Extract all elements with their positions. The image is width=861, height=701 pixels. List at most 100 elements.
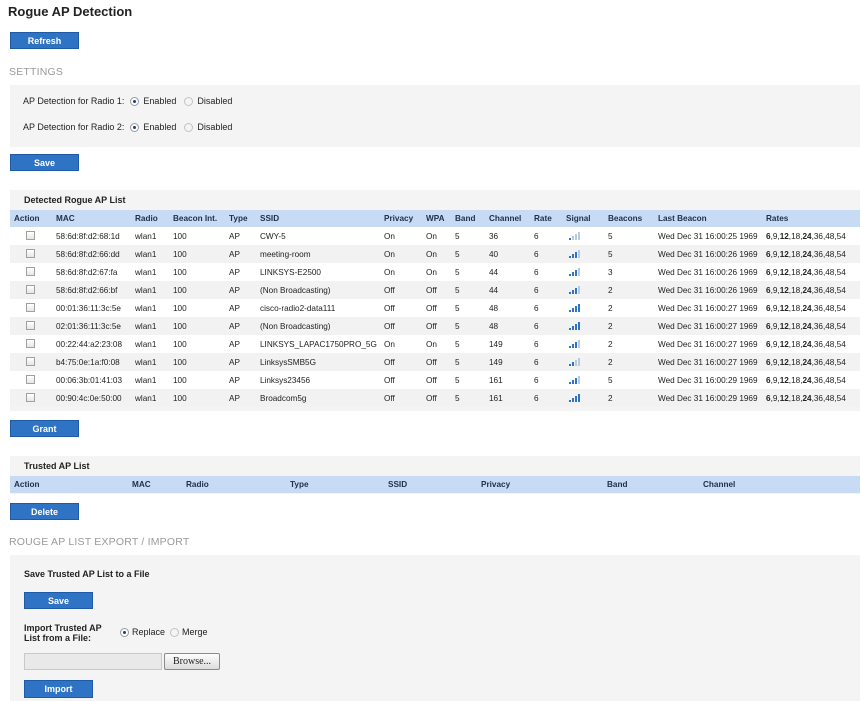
radio2-enabled-option[interactable]: Enabled [130,122,176,132]
table-row: 58:6d:8f:d2:66:bf wlan1 100 AP (Non Broadcas… [10,281,860,299]
signal-strength-icon [569,321,580,330]
row-select-checkbox[interactable] [26,320,35,330]
row-select-checkbox[interactable] [26,302,35,312]
col-signal: Signal [562,210,604,227]
cell-beacons: 2 [604,353,654,371]
row-action-cell [10,335,52,353]
replace-radio[interactable] [120,627,129,637]
rate-value: 12 [779,375,789,385]
signal-bar [569,309,571,312]
signal-bar [575,233,577,240]
trusted-col-spacer [835,476,860,493]
import-label-line1: Import Trusted AP [24,623,102,633]
cell-type: AP [225,353,256,371]
cell-mac: 00:22:44:a2:23:08 [52,335,131,353]
cell-radio: wlan1 [131,299,169,317]
cell-wpa: On [422,263,451,281]
radio2-disabled-option[interactable]: Disabled [184,122,232,132]
cell-wpa: Off [422,281,451,299]
row-select-checkbox[interactable] [26,392,35,402]
merge-radio[interactable] [170,627,180,637]
cell-last-beacon: Wed Dec 31 16:00:27 1969 [654,335,762,353]
col-beacons: Beacons [604,210,654,227]
cell-beacon-int: 100 [169,263,225,281]
trusted-ap-table: Action MAC Radio Type SSID Privacy Band … [10,476,860,493]
cell-signal [562,317,604,335]
radio2-label: AP Detection for Radio 2: [23,122,125,132]
rogue-ap-table: Action MAC Radio Beacon Int. Type SSID P… [10,210,860,407]
cell-rate: 6 [530,299,562,317]
cell-ssid: Broadcom5g [256,389,380,407]
rate-value: 36 [813,249,823,259]
rate-value: 54 [836,249,846,259]
col-privacy: Privacy [380,210,422,227]
row-select-checkbox[interactable] [26,374,35,384]
refresh-button[interactable]: Refresh [10,32,79,49]
radio1-disabled-radio[interactable] [184,96,194,106]
radio1-disabled-option[interactable]: Disabled [184,96,232,106]
cell-mac: 58:6d:8f:d2:66:bf [52,281,131,299]
export-import-panel: Save Trusted AP List to a File Save Impo… [10,555,860,701]
row-select-checkbox[interactable] [26,356,35,366]
grant-button[interactable]: Grant [10,420,79,437]
rate-value: 18 [791,249,801,259]
rate-value: 24 [802,231,812,241]
trusted-col-mac: MAC [128,476,182,493]
replace-option[interactable]: Replace [120,627,165,637]
delete-button[interactable]: Delete [10,503,79,520]
row-select-checkbox[interactable] [26,248,35,258]
signal-bar [572,379,574,384]
trusted-col-privacy: Privacy [477,476,603,493]
signal-bar [578,321,580,330]
table-row: 58:6d:8f:d2:67:fa wlan1 100 AP LINKSYS-E2500… [10,263,860,281]
rate-value: 48 [825,231,835,241]
cell-beacon-int: 100 [169,299,225,317]
col-band: Band [451,210,485,227]
merge-option[interactable]: Merge [170,627,208,637]
rate-value: 54 [836,231,846,241]
export-import-heading: ROUGE AP LIST EXPORT / IMPORT [9,536,190,548]
row-select-checkbox[interactable] [26,338,35,348]
trusted-col-ssid: SSID [384,476,477,493]
cell-type: AP [225,335,256,353]
radio2-enabled-radio[interactable] [130,122,140,132]
cell-radio: wlan1 [131,263,169,281]
row-select-checkbox[interactable] [26,266,35,276]
cell-band: 5 [451,281,485,299]
signal-bar [578,249,580,258]
rate-value: 12 [779,303,789,313]
rate-value: 54 [836,339,846,349]
signal-bar [572,397,574,402]
import-button[interactable]: Import [24,680,93,698]
rate-value: 18 [791,285,801,295]
signal-bar [572,271,574,276]
rate-value: 24 [802,303,812,313]
settings-save-button[interactable]: Save [10,154,79,171]
rate-value: 24 [802,339,812,349]
cell-wpa: Off [422,317,451,335]
export-save-button[interactable]: Save [24,592,93,609]
radio2-enabled-label: Enabled [143,122,177,132]
cell-ssid: LinksysSMB5G [256,353,380,371]
file-path-input[interactable] [24,653,162,670]
row-action-cell [10,371,52,389]
row-select-checkbox[interactable] [26,230,35,240]
table-row: 00:06:3b:01:41:03 wlan1 100 AP Linksys23456 O… [10,371,860,389]
cell-band: 5 [451,245,485,263]
cell-privacy: On [380,245,422,263]
cell-beacon-int: 100 [169,371,225,389]
cell-rate: 6 [530,317,562,335]
radio1-enabled-option[interactable]: Enabled [130,96,176,106]
cell-privacy: Off [380,371,422,389]
radio1-enabled-radio[interactable] [130,96,140,106]
cell-wpa: Off [422,353,451,371]
signal-bar [572,343,574,348]
row-action-cell [10,317,52,335]
cell-spacer [849,245,860,263]
radio2-disabled-radio[interactable] [184,122,194,132]
browse-button[interactable]: Browse... [164,653,220,670]
cell-privacy: Off [380,299,422,317]
row-select-checkbox[interactable] [26,284,35,294]
rate-value: 18 [791,321,801,331]
rate-value: 54 [836,321,846,331]
